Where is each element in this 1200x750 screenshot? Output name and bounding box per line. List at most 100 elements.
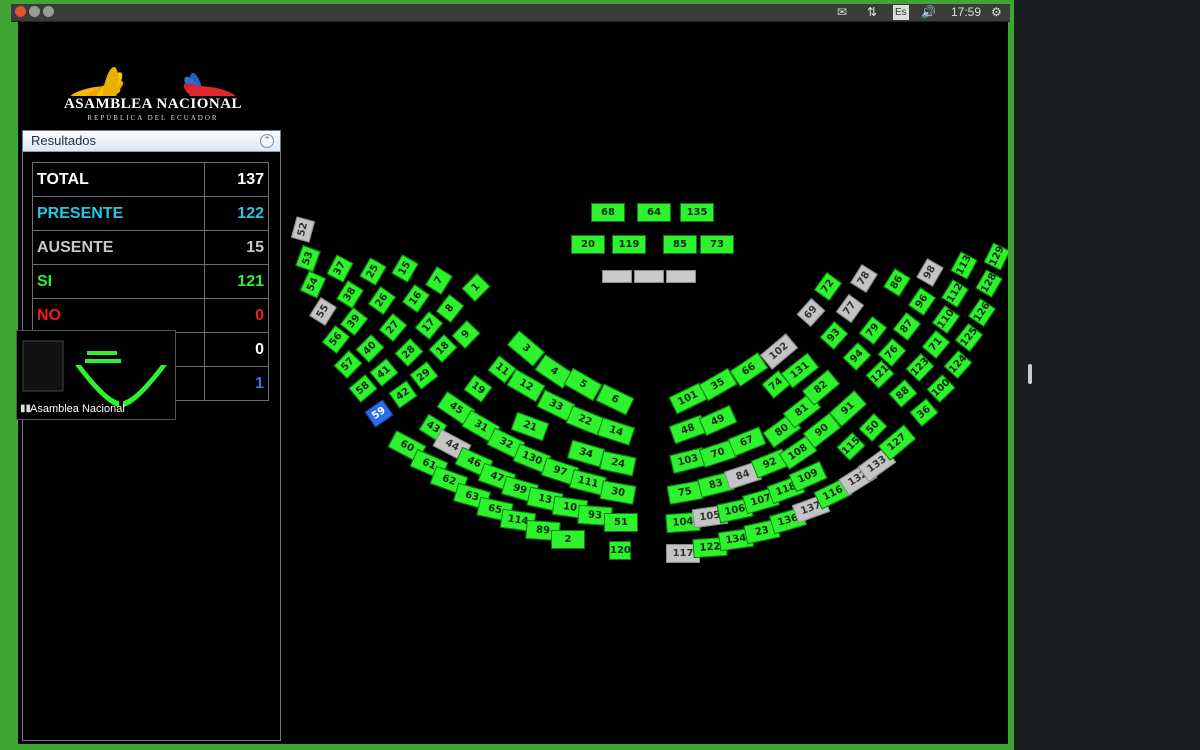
seat[interactable]: 126 <box>967 298 997 327</box>
logo-subtitle: REPÚBLICA DEL ECUADOR <box>87 114 219 122</box>
network-icon[interactable]: ⇅ <box>867 5 877 20</box>
seat[interactable]: 98 <box>916 258 944 287</box>
results-label: PRESENTE <box>32 196 205 231</box>
seat[interactable]: 29 <box>409 361 439 390</box>
seat[interactable]: 49 <box>698 404 738 437</box>
seat[interactable]: 37 <box>326 254 354 283</box>
seat[interactable]: 64 <box>637 203 671 222</box>
seat[interactable]: 18 <box>428 334 458 363</box>
volume-icon[interactable]: 🔊 <box>921 5 936 20</box>
seat[interactable]: 25 <box>359 257 387 286</box>
seat[interactable]: 19 <box>463 374 493 403</box>
collapse-chevron-icon[interactable]: ⌃ <box>260 134 274 148</box>
podium-seat <box>666 270 696 283</box>
seat[interactable]: 68 <box>591 203 625 222</box>
seat[interactable]: 59 <box>364 399 394 428</box>
seat[interactable]: 20 <box>571 235 605 254</box>
seat[interactable]: 6 <box>595 383 635 416</box>
seat[interactable]: 27 <box>378 312 408 343</box>
results-row: NO 0 <box>32 298 269 333</box>
seat[interactable]: 125 <box>954 322 984 353</box>
results-row: TOTAL 137 <box>32 162 269 197</box>
seat[interactable]: 88 <box>888 379 918 408</box>
seat[interactable]: 41 <box>369 358 399 387</box>
results-value: 1 <box>204 366 269 401</box>
seat[interactable]: 69 <box>796 297 826 328</box>
maximize-window-button[interactable] <box>43 6 54 17</box>
sidebar-handle[interactable] <box>1028 364 1032 384</box>
seat[interactable]: 79 <box>858 315 888 346</box>
seat[interactable]: 28 <box>394 338 424 367</box>
seat[interactable]: 57 <box>333 349 363 380</box>
seat[interactable]: 58 <box>348 374 378 403</box>
results-row: AUSENTE 15 <box>32 230 269 265</box>
seat[interactable]: 129 <box>983 242 1008 271</box>
seat[interactable]: 87 <box>892 311 922 342</box>
seat[interactable]: 71 <box>921 329 951 360</box>
podium-seat <box>602 270 632 283</box>
seat[interactable]: 36 <box>909 398 939 427</box>
seat[interactable]: 26 <box>367 286 397 315</box>
seat[interactable]: 40 <box>355 334 385 363</box>
seat[interactable]: 17 <box>414 310 444 341</box>
asamblea-logo: ASAMBLEA NACIONAL REPÚBLICA DEL ECUADOR <box>58 28 248 124</box>
seat[interactable]: 73 <box>700 235 734 254</box>
clock[interactable]: 17:59 <box>951 5 981 20</box>
seat[interactable]: 24 <box>599 450 637 477</box>
mail-icon[interactable]: ✉ <box>837 5 847 20</box>
asamblea-sunburst-icon <box>69 66 237 121</box>
seat[interactable]: 77 <box>835 294 865 323</box>
seat[interactable]: 123 <box>905 352 935 383</box>
seat[interactable]: 16 <box>401 284 431 313</box>
seat[interactable]: 52 <box>290 216 316 243</box>
seat[interactable]: 86 <box>883 268 911 297</box>
results-value: 0 <box>204 332 269 367</box>
settings-gear-icon[interactable]: ⚙ <box>991 5 1002 20</box>
seat[interactable]: 8 <box>435 293 465 324</box>
seat[interactable]: 14 <box>596 417 636 446</box>
seat[interactable]: 21 <box>510 411 550 442</box>
results-value: 121 <box>204 264 269 299</box>
results-label: AUSENTE <box>32 230 205 265</box>
minimize-window-button[interactable] <box>29 6 40 17</box>
seat[interactable]: 30 <box>599 480 637 505</box>
seat[interactable]: 128 <box>975 269 1003 298</box>
seat[interactable]: 78 <box>850 264 878 293</box>
seat[interactable]: 96 <box>907 287 937 316</box>
seat[interactable]: 54 <box>299 270 327 299</box>
seat[interactable]: 85 <box>663 235 697 254</box>
seat[interactable]: 93 <box>819 320 849 351</box>
seat[interactable]: 2 <box>551 530 585 549</box>
results-row: PRESENTE 122 <box>32 196 269 231</box>
seat[interactable]: 119 <box>612 235 646 254</box>
seat[interactable]: 1 <box>461 273 491 302</box>
seat[interactable]: 100 <box>926 374 956 403</box>
seat[interactable]: 94 <box>842 341 872 372</box>
results-label: TOTAL <box>32 162 205 197</box>
seat[interactable]: 42 <box>388 380 418 409</box>
seat[interactable]: 135 <box>680 203 714 222</box>
seat[interactable]: 72 <box>813 272 843 301</box>
seat[interactable]: 15 <box>391 254 419 283</box>
keyboard-language-indicator[interactable]: Es <box>893 5 909 20</box>
results-panel: Resultados ⌃ TOTAL 137 PRESENTE 122 AUSENTE 1… <box>22 130 281 741</box>
results-header: Resultados ⌃ <box>23 131 280 152</box>
seat[interactable]: 115 <box>836 432 866 461</box>
close-window-button[interactable] <box>15 6 26 17</box>
seat[interactable]: 124 <box>943 349 973 380</box>
seat[interactable]: 7 <box>425 266 453 295</box>
podium-seat <box>634 270 664 283</box>
system-top-bar: ✉ ⇅ Es 🔊 17:59 ⚙ <box>11 4 1010 22</box>
seat[interactable]: 113 <box>950 251 978 280</box>
seat[interactable]: 34 <box>567 439 605 468</box>
results-value: 0 <box>204 298 269 333</box>
seat[interactable]: 38 <box>336 280 364 309</box>
seat[interactable]: 67 <box>727 426 767 457</box>
seat[interactable]: 120 <box>609 541 631 560</box>
seat[interactable]: 9 <box>451 319 481 350</box>
seat[interactable]: 51 <box>604 513 638 532</box>
seat[interactable]: 53 <box>295 244 321 273</box>
seat[interactable]: 55 <box>309 297 337 326</box>
seat[interactable]: 50 <box>858 412 888 443</box>
seat[interactable]: 112 <box>941 279 969 308</box>
